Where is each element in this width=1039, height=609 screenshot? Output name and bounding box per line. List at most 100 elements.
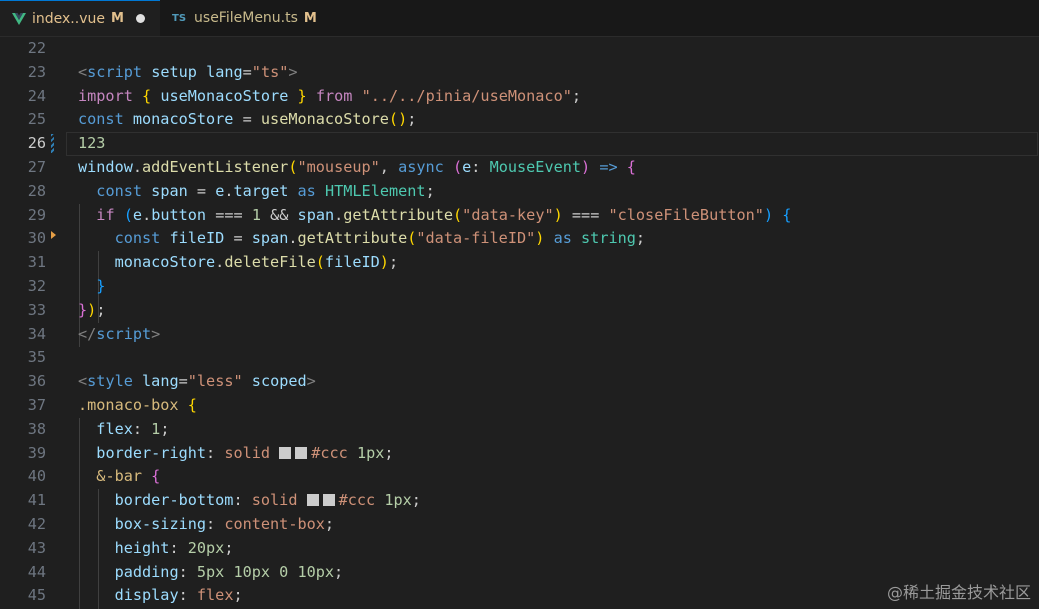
code-token: } — [297, 86, 307, 105]
code-token: as — [553, 229, 572, 248]
code-token: = — [178, 372, 188, 391]
code-text: height: 20px; — [78, 537, 234, 561]
code-line[interactable]: 34 </script> — [0, 323, 1039, 347]
color-swatch-icon[interactable] — [279, 446, 292, 459]
code-token: "less" — [187, 372, 243, 391]
code-token: ; — [96, 300, 106, 319]
code-token: ( — [452, 158, 463, 176]
code-line[interactable]: 31 monacoStore.deleteFile(fileID); — [0, 251, 1039, 275]
tab-label: index..vue — [32, 10, 105, 27]
code-token: height — [114, 538, 170, 557]
code-line[interactable]: 28 const span = e.target as HTMLElement; — [0, 180, 1039, 204]
code-token: > — [288, 62, 298, 81]
tab-bar: index..vue M TS useFileMenu.ts M — [0, 0, 1039, 37]
code-text: display: flex; — [78, 584, 243, 608]
code-line[interactable]: 38 flex: 1; — [0, 418, 1039, 442]
code-token: > — [306, 372, 316, 391]
code-editor[interactable]: 22 23 <script setup lang="ts"> 24 import { u… — [0, 37, 1039, 609]
code-line[interactable]: 42 box-sizing: content-box; — [0, 513, 1039, 537]
code-token: => — [599, 158, 618, 176]
code-token: . — [142, 205, 152, 224]
code-token: = — [224, 229, 252, 248]
tab-index-vue[interactable]: index..vue M — [0, 0, 160, 36]
line-number: 43 — [27, 538, 46, 557]
code-token: = — [242, 62, 252, 81]
code-line[interactable]: 45 display: flex; — [0, 584, 1039, 608]
ts-icon: TS — [172, 12, 187, 24]
code-token: span — [251, 229, 289, 248]
line-number: 26 — [27, 134, 46, 153]
code-token: border-right — [96, 443, 207, 462]
code-token: flex — [196, 586, 234, 605]
code-line[interactable]: 33}); — [0, 299, 1039, 323]
code-line[interactable]: 25 const monacoStore = useMonacoStore(); — [0, 108, 1039, 132]
code-line[interactable]: 27 window.addEventListener("mouseup", asy… — [0, 156, 1039, 180]
line-number: 30 — [27, 229, 46, 248]
code-line[interactable]: 24 import { useMonacoStore } from "../../… — [0, 85, 1039, 109]
code-token: border-bottom — [114, 491, 234, 510]
code-token: { — [142, 86, 152, 105]
code-token: if — [96, 205, 115, 224]
code-text: border-right: solid #ccc 1px; — [78, 442, 393, 466]
code-token: = — [187, 181, 216, 200]
code-token: </ — [78, 324, 97, 343]
code-token: "ts" — [251, 62, 289, 81]
code-token: content-box — [224, 515, 325, 533]
code-token: ; — [224, 538, 234, 557]
code-token: HTMLElement — [324, 181, 426, 200]
code-line[interactable]: 43 height: 20px; — [0, 537, 1039, 561]
code-token: target — [233, 181, 289, 200]
code-line[interactable]: 23 <script setup lang="ts"> — [0, 61, 1039, 85]
code-line[interactable]: 26 123 — [0, 132, 1039, 157]
color-swatch-icon[interactable] — [322, 494, 335, 507]
code-token: < — [78, 372, 88, 391]
watermark: @稀土掘金技术社区 — [886, 583, 1031, 602]
code-line[interactable]: 44 padding: 5px 10px 0 10px; — [0, 561, 1039, 585]
code-token: { — [151, 467, 161, 486]
code-token: && — [260, 205, 298, 224]
code-token: string — [581, 229, 636, 248]
line-number: 35 — [27, 348, 46, 367]
code-line[interactable]: 41 border-bottom: solid #ccc 1px; — [0, 489, 1039, 513]
code-token: : — [178, 586, 197, 605]
code-text: .monaco-box { — [78, 394, 197, 418]
code-line[interactable]: 29 if (e.button === 1 && span.getAttribu… — [0, 204, 1039, 228]
code-token: useMonacoStore — [160, 86, 289, 105]
code-line[interactable]: 30 const fileID = span.getAttribute("dat… — [0, 227, 1039, 251]
code-text: import { useMonacoStore } from "../../pi… — [78, 85, 581, 109]
code-token: < — [78, 62, 88, 81]
color-swatch-icon[interactable] — [306, 494, 319, 507]
tab-usefilemenu-ts[interactable]: TS useFileMenu.ts M — [160, 0, 328, 36]
code-token: MouseEvent — [489, 158, 582, 176]
code-line[interactable]: 32 } — [0, 275, 1039, 299]
code-token: 1px — [356, 443, 385, 462]
line-number: 23 — [27, 62, 46, 81]
code-line[interactable]: 40 &-bar { — [0, 465, 1039, 489]
line-number: 31 — [27, 253, 46, 272]
code-token: getAttribute — [343, 205, 454, 224]
line-number: 29 — [27, 205, 46, 224]
code-line[interactable]: 37 .monaco-box { — [0, 394, 1039, 418]
unsaved-dot-icon[interactable] — [135, 14, 145, 23]
code-line[interactable]: 35 — [0, 346, 1039, 370]
code-token: ) — [553, 205, 563, 224]
code-line[interactable]: 39 border-right: solid #ccc 1px; — [0, 442, 1039, 466]
code-token: ; — [635, 229, 646, 248]
color-swatch-icon[interactable] — [295, 446, 308, 459]
code-token: e — [215, 181, 225, 200]
code-line[interactable]: 36 <style lang="less" scoped> — [0, 370, 1039, 394]
code-line[interactable]: 22 — [0, 37, 1039, 61]
code-token: ; — [160, 419, 170, 438]
code-text: window.addEventListener("mouseup", async… — [78, 156, 636, 180]
code-token: async — [398, 158, 444, 176]
code-token: monacoStore — [132, 110, 234, 129]
line-number: 44 — [27, 562, 46, 581]
code-token: : — [206, 443, 225, 462]
